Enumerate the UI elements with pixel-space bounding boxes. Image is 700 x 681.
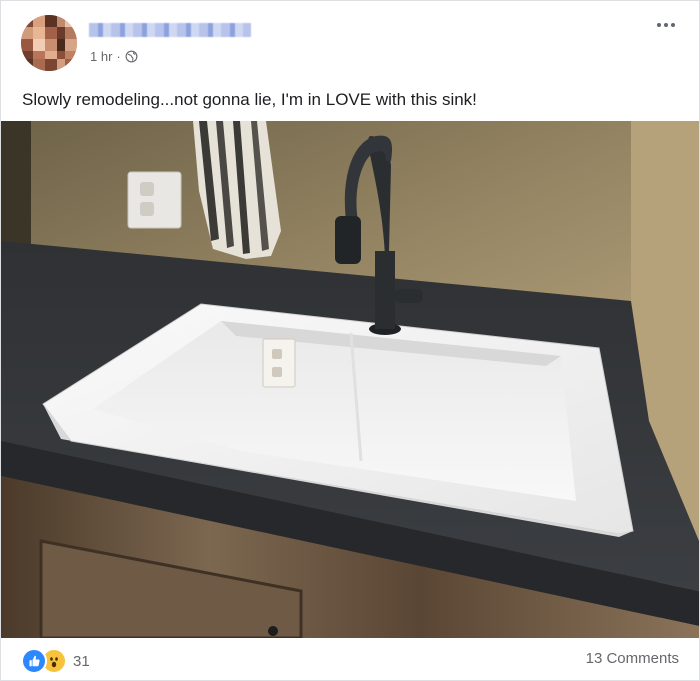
reaction-count: 31 [73, 652, 90, 670]
post-footer: 31 13 Comments [1, 638, 699, 680]
globe-icon [125, 50, 138, 63]
comments-count-link[interactable]: 13 Comments [586, 650, 679, 667]
more-options-icon[interactable] [657, 20, 683, 30]
post-photo[interactable] [1, 121, 699, 638]
author-name-blurred[interactable] [89, 23, 251, 37]
author-avatar[interactable] [21, 15, 77, 71]
like-icon [21, 648, 47, 674]
post-header: 1 hr · [1, 1, 699, 81]
reactions-summary[interactable]: 31 [21, 648, 90, 674]
post-text: Slowly remodeling...not gonna lie, I'm i… [22, 90, 477, 109]
meta-separator: · [116, 49, 121, 64]
post-card: 1 hr · Slowly remodeling...not gonna lie… [0, 0, 700, 681]
post-meta: 1 hr · [90, 49, 138, 64]
post-timestamp[interactable]: 1 hr [90, 49, 112, 64]
